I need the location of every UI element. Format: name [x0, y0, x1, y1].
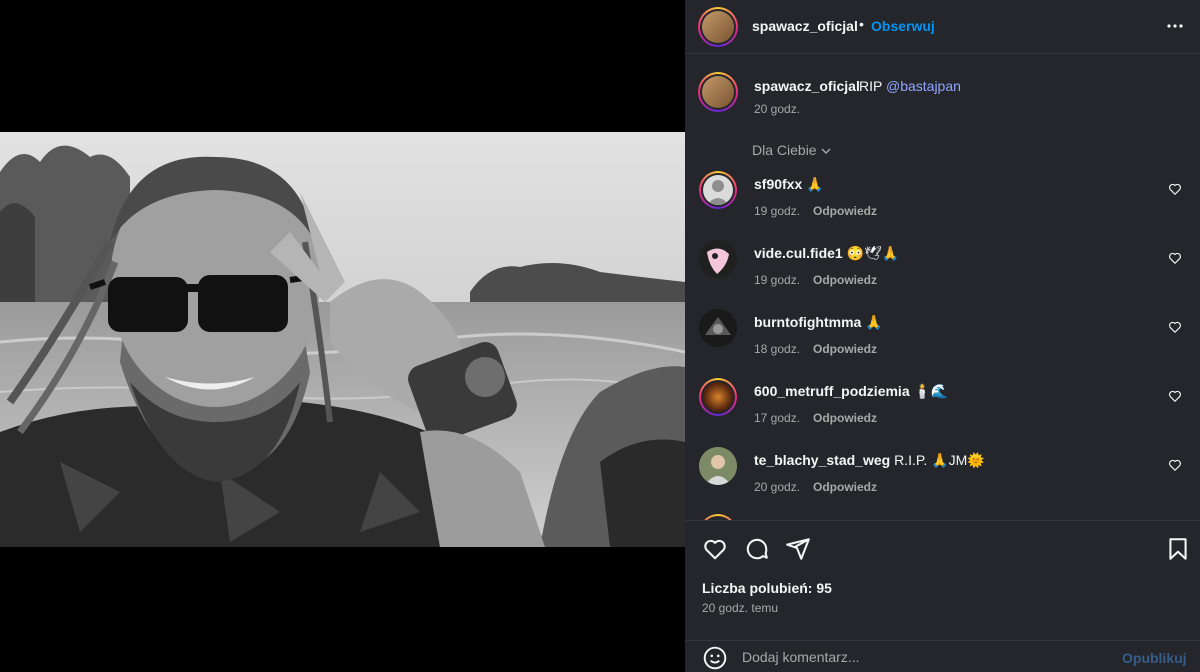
save-bookmark-icon[interactable] [1165, 536, 1191, 562]
comment-item: burntofightmma 🙏 18 godz. Odpowiedz [685, 303, 1200, 371]
comment-item: sf90fxx 🙏 19 godz. Odpowiedz [685, 165, 1200, 233]
author-username[interactable]: spawacz_oficjal [752, 18, 858, 34]
more-options-icon[interactable] [1163, 14, 1187, 38]
comment-avatar[interactable] [699, 240, 737, 278]
comment-like-heart-icon[interactable] [1168, 389, 1182, 403]
comment-username[interactable]: 600_metruff_podziemia 🕯️🌊 [754, 383, 948, 400]
reply-button[interactable]: Odpowiedz [813, 273, 877, 287]
comment-avatar[interactable] [699, 171, 737, 209]
share-send-icon[interactable] [785, 536, 811, 562]
caption-text: RIP @bastajpan [859, 78, 961, 94]
likes-count[interactable]: Liczba polubień: 95 [702, 580, 832, 596]
comment-item: 600_metruff_podziemia 🕯️🌊 17 godz. Odpow… [685, 372, 1200, 440]
comment-username[interactable]: sf90fxx 🙏 [754, 176, 824, 193]
post-side-panel: spawacz_oficjal • Obserwuj spawacz_oficj… [685, 0, 1200, 672]
comments-filter-label: Dla Ciebie [752, 142, 817, 158]
comment-text: 🙏 [806, 176, 824, 192]
reply-button[interactable]: Odpowiedz [813, 342, 877, 356]
follow-button[interactable]: Obserwuj [871, 18, 935, 34]
comment-avatar[interactable] [699, 378, 737, 416]
chevron-down-icon [821, 148, 831, 155]
comment-like-heart-icon[interactable] [1168, 320, 1182, 334]
post-photo-image [0, 132, 685, 547]
comment-time[interactable]: 17 godz. [754, 411, 800, 425]
post-photo[interactable] [0, 132, 685, 547]
emoji-icon[interactable] [702, 645, 728, 671]
comment-time[interactable]: 19 godz. [754, 273, 800, 287]
comment-item: te_blachy_stad_weg R.I.P. 🙏JM🌞 20 godz. … [685, 441, 1200, 509]
post-header: spawacz_oficjal • Obserwuj [685, 0, 1200, 54]
comments-list[interactable]: sf90fxx 🙏 19 godz. Odpowiedz vide.cul.fi… [685, 165, 1200, 520]
like-heart-icon[interactable] [702, 536, 728, 562]
comment-time[interactable]: 20 godz. [754, 480, 800, 494]
caption-body: RIP [859, 78, 886, 94]
comment-username[interactable]: vide.cul.fide1 😳🕊🙏 [754, 245, 899, 262]
comment-like-heart-icon[interactable] [1168, 182, 1182, 196]
comment-text: 🙏 [865, 314, 883, 330]
profile-picture [699, 447, 737, 485]
reply-button[interactable]: Odpowiedz [813, 204, 877, 218]
comment-avatar[interactable] [699, 447, 737, 485]
comment-username[interactable]: te_blachy_stad_weg R.I.P. 🙏JM🌞 [754, 452, 985, 469]
comment-time[interactable]: 19 godz. [754, 204, 800, 218]
comment-input[interactable] [742, 643, 1112, 671]
caption-mention[interactable]: @bastajpan [886, 78, 961, 94]
profile-picture [699, 309, 737, 347]
caption-username[interactable]: spawacz_oficjal [754, 78, 860, 94]
caption-time[interactable]: 20 godz. [754, 102, 800, 116]
instagram-post-view: spawacz_oficjal • Obserwuj spawacz_oficj… [0, 0, 1200, 672]
comment-time[interactable]: 18 godz. [754, 342, 800, 356]
caption-avatar[interactable] [698, 72, 738, 112]
add-comment-bar: Opublikuj [685, 640, 1200, 672]
author-avatar[interactable] [698, 7, 738, 47]
comments-filter-dropdown[interactable]: Dla Ciebie [752, 142, 832, 158]
default-avatar-icon [707, 180, 729, 205]
profile-picture [699, 240, 737, 278]
post-actions: Liczba polubień: 95 20 godz. temu Opubli… [685, 520, 1200, 672]
comment-text: R.I.P. 🙏JM🌞 [894, 452, 985, 468]
comment-like-heart-icon[interactable] [1168, 458, 1182, 472]
separator-dot: • [859, 16, 864, 32]
comment-username[interactable]: burntofightmma 🙏 [754, 314, 883, 331]
publish-button[interactable]: Opublikuj [1122, 650, 1187, 666]
comment-item: vide.cul.fide1 😳🕊🙏 19 godz. Odpowiedz [685, 234, 1200, 302]
comment-like-heart-icon[interactable] [1168, 251, 1182, 265]
comment-bubble-icon[interactable] [744, 536, 770, 562]
comment-text: 😳🕊🙏 [846, 245, 900, 261]
comment-avatar[interactable] [699, 309, 737, 347]
reply-button[interactable]: Odpowiedz [813, 480, 877, 494]
comment-text: 🕯️🌊 [913, 383, 949, 399]
reply-button[interactable]: Odpowiedz [813, 411, 877, 425]
post-media-area [0, 0, 685, 672]
post-time[interactable]: 20 godz. temu [702, 601, 778, 615]
